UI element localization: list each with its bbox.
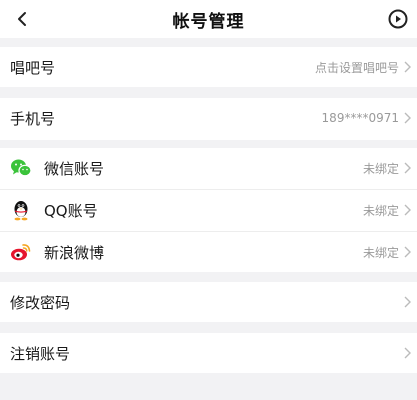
section-cancel-account: 注销账号 xyxy=(0,333,417,373)
cancel-account-label: 注销账号 xyxy=(10,344,71,363)
phone-row[interactable]: 手机号 189****0971 xyxy=(0,98,417,138)
wechat-label: 微信账号 xyxy=(44,159,105,178)
qq-row[interactable]: QQ账号 未绑定 xyxy=(0,190,417,230)
section-gap xyxy=(0,140,417,148)
qq-penguin-icon xyxy=(10,199,32,221)
phone-value: 189****0971 xyxy=(321,111,399,125)
chevron-right-icon xyxy=(404,296,411,308)
changba-id-label: 唱吧号 xyxy=(10,58,56,77)
wechat-status: 未绑定 xyxy=(362,161,399,176)
section-changba-id: 唱吧号 点击设置唱吧号 xyxy=(0,47,417,87)
play-circle-icon xyxy=(388,9,408,29)
cancel-account-row[interactable]: 注销账号 xyxy=(0,333,417,373)
chevron-right-icon xyxy=(404,61,411,73)
qq-label: QQ账号 xyxy=(44,201,98,220)
page-title: 帐号管理 xyxy=(172,11,245,32)
change-password-label: 修改密码 xyxy=(10,293,71,312)
changba-id-row[interactable]: 唱吧号 点击设置唱吧号 xyxy=(0,47,417,87)
chevron-right-icon xyxy=(404,162,411,174)
change-password-row[interactable]: 修改密码 xyxy=(0,282,417,322)
section-password: 修改密码 xyxy=(0,282,417,322)
wechat-icon xyxy=(10,157,32,179)
phone-label: 手机号 xyxy=(10,109,56,128)
qq-status: 未绑定 xyxy=(362,203,399,218)
play-button[interactable] xyxy=(387,8,409,30)
weibo-status: 未绑定 xyxy=(362,245,399,260)
changba-id-value: 点击设置唱吧号 xyxy=(314,60,399,75)
weibo-label: 新浪微博 xyxy=(44,243,105,262)
chevron-right-icon xyxy=(404,204,411,216)
section-social: 微信账号 未绑定 QQ账号 未绑定 新浪微博 未绑定 xyxy=(0,148,417,272)
nav-header: 帐号管理 xyxy=(0,0,417,38)
chevron-right-icon xyxy=(404,246,411,258)
wechat-row[interactable]: 微信账号 未绑定 xyxy=(0,148,417,188)
chevron-right-icon xyxy=(404,112,411,124)
chevron-left-icon xyxy=(18,12,26,26)
chevron-right-icon xyxy=(404,347,411,359)
weibo-icon xyxy=(10,241,32,263)
back-button[interactable] xyxy=(10,7,34,31)
weibo-row[interactable]: 新浪微博 未绑定 xyxy=(0,232,417,272)
